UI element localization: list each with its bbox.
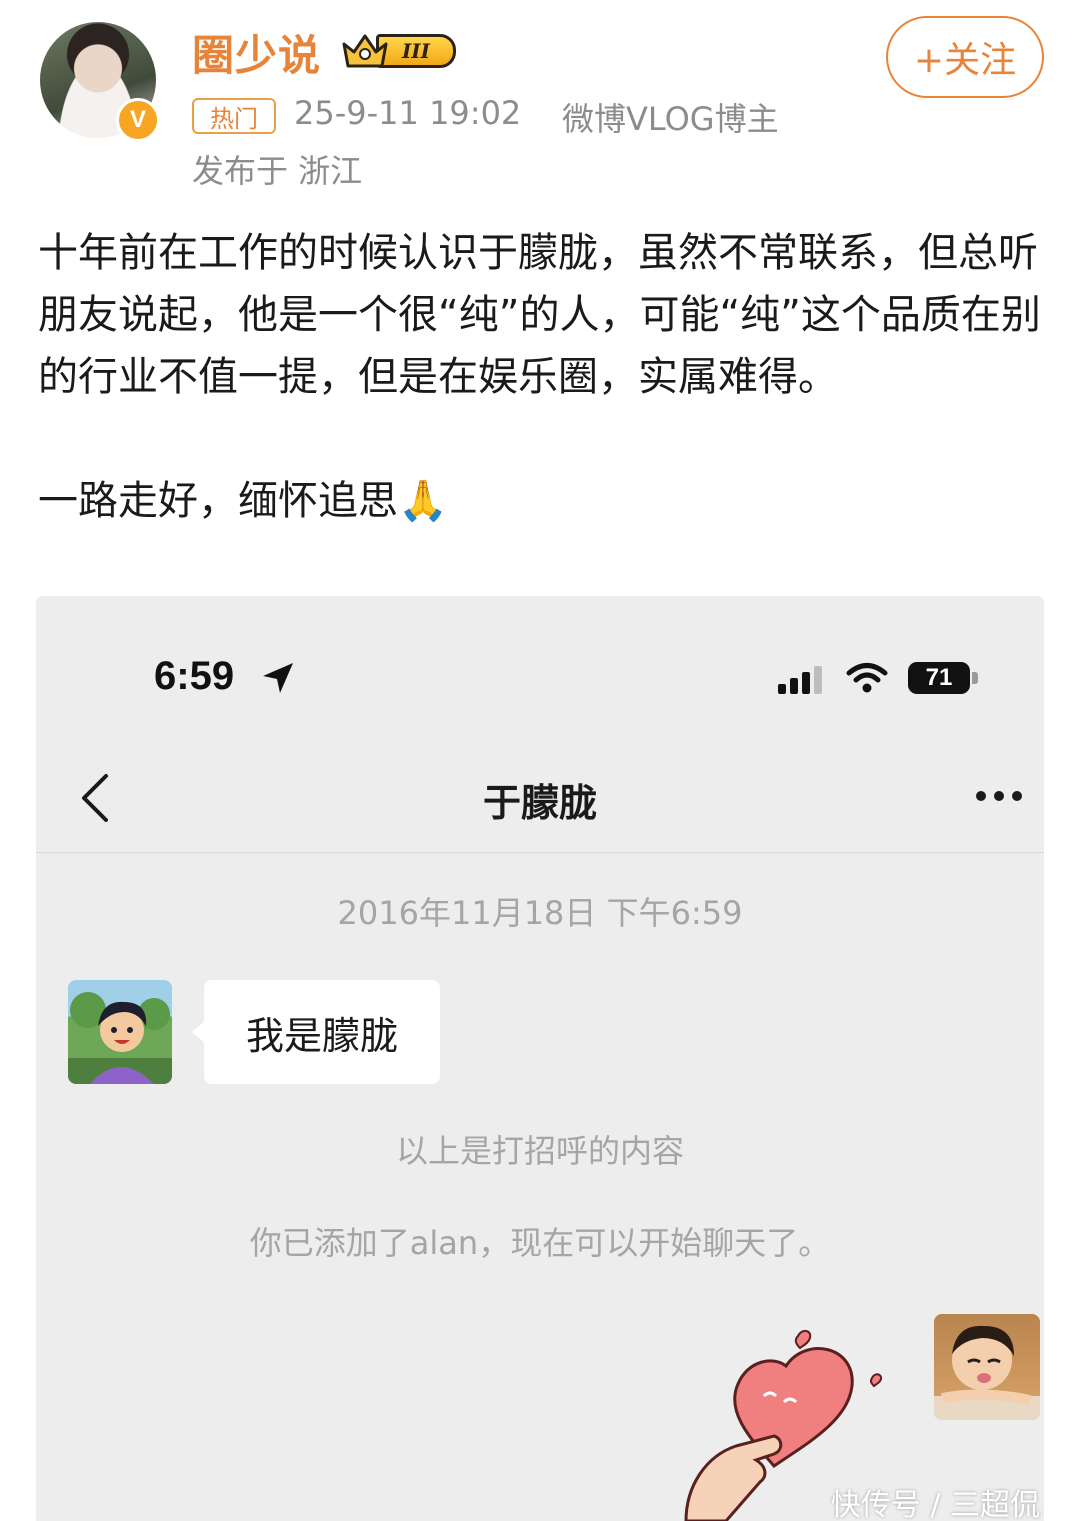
chat-screenshot-image[interactable]: 6:59 71 于朦胧 2016年11月18日 下午6:59 我是朦胧 以上是打… xyxy=(36,596,1044,1521)
post-body: 十年前在工作的时候认识于朦胧，虽然不常联系，但总听朋友说起，他是一个很“纯”的人… xyxy=(38,222,1042,532)
friend-avatar[interactable] xyxy=(68,980,172,1084)
system-message: 以上是打招呼的内容 xyxy=(395,1132,684,1170)
chat-title: 于朦胧 xyxy=(482,781,597,825)
message-bubble[interactable]: 我是朦胧 xyxy=(204,980,440,1084)
signal-icon xyxy=(778,666,822,694)
cartoon-boy-avatar xyxy=(70,992,170,1084)
post-timestamp: 25-9-11 19:02 xyxy=(294,94,522,132)
child-photo-avatar xyxy=(934,1325,1040,1420)
verified-v-icon: V xyxy=(116,98,160,142)
member-level-badge[interactable]: III xyxy=(340,28,458,74)
system-message: 你已添加了alan，现在可以开始聊天了。 xyxy=(249,1224,831,1262)
wifi-icon xyxy=(846,663,888,693)
follow-button[interactable]: +关注 xyxy=(886,16,1044,98)
nav-divider xyxy=(36,852,1044,853)
post-location: 发布于 浙江 xyxy=(192,152,363,190)
status-bar-time: 6:59 xyxy=(154,654,235,698)
more-icon[interactable] xyxy=(974,788,1024,804)
hot-tag: 热门 xyxy=(192,98,276,134)
chat-date: 2016年11月18日 下午6:59 xyxy=(337,894,743,932)
post-paragraph: 一路走好，缅怀追思🙏 xyxy=(38,478,448,524)
crown-icon xyxy=(342,34,388,68)
author-name[interactable]: 圈少说 xyxy=(192,22,321,83)
post-paragraph: 十年前在工作的时候认识于朦胧，虽然不常联系，但总听朋友说起，他是一个很“纯”的人… xyxy=(38,230,1041,400)
self-avatar[interactable] xyxy=(934,1314,1040,1420)
location-arrow-icon xyxy=(263,663,293,693)
battery-icon: 71 xyxy=(908,662,970,694)
watermark: 快传号 / 三超侃 xyxy=(830,1488,1040,1521)
post-source[interactable]: 微博VLOG博主 xyxy=(562,94,779,140)
pray-emoji-icon: 🙏 xyxy=(398,478,448,524)
battery-nub xyxy=(972,672,978,684)
